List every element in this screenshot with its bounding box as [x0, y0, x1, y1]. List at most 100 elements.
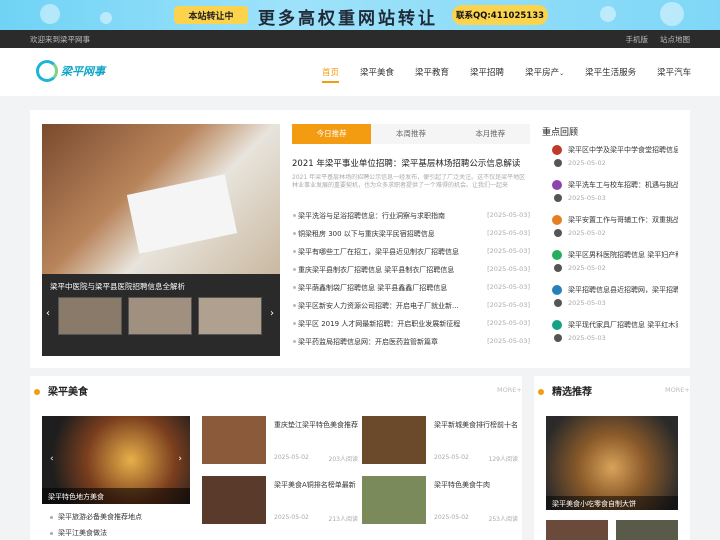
list-item[interactable]: 梁平洗车工与校车招聘：机遇与挑战 2025-05-03: [550, 177, 678, 212]
thumb-icon: [552, 285, 562, 295]
slider-thumb[interactable]: [128, 297, 192, 335]
list-item[interactable]: 重庆梁平县制衣厂招聘信息 梁平县制衣厂招聘信息 [2025-05-03]: [292, 262, 530, 280]
welcome-text: 欢迎来到梁平网事: [30, 35, 90, 44]
avatar: [554, 229, 562, 237]
headline-title[interactable]: 2021 年梁平事业单位招聘：梁平基层林场招聘公示信息解读: [292, 157, 530, 169]
list-item[interactable]: 梁平区新安人力资源公司招聘：开启电子厂就业新... [2025-05-03]: [292, 298, 530, 316]
item-title: 梁平现代家具厂招聘信息 梁平红木家...: [568, 321, 678, 329]
item-title: 梁平洗车工与校车招聘：机遇与挑战: [568, 181, 678, 189]
bullet-icon: [293, 214, 296, 217]
food-prev-icon[interactable]: ‹: [50, 454, 54, 464]
food-card-date: 2025-05-02: [274, 514, 309, 521]
pick-caption: 梁平美食小吃零食自制大饼: [546, 496, 678, 510]
avatar: [554, 159, 562, 167]
news-date: [2025-05-03]: [487, 247, 530, 255]
recommend-tabs: 今日推荐 本周推荐 本月推荐: [292, 124, 530, 144]
bubble-decor: [600, 6, 616, 22]
list-item[interactable]: 梁平荫鑫制袋厂招聘信息 梁平县鑫鑫厂招聘信息 [2025-05-03]: [292, 280, 530, 298]
list-item[interactable]: 梁平旅游必备美食推荐地点: [48, 512, 188, 528]
list-item[interactable]: 梁平安置工作与哥辅工作：双重挑战... 2025-05-02: [550, 212, 678, 247]
food-card[interactable]: 梁平美食A铜排名榜单最新 2025-05-02 213人阅读: [202, 476, 358, 526]
site-logo[interactable]: 梁平网事: [36, 60, 105, 82]
list-item[interactable]: 梁平江美食做法: [48, 528, 188, 540]
food-next-icon[interactable]: ›: [178, 454, 182, 464]
list-item[interactable]: 梁平洗浴与足浴招聘信息：行业洞察与求职指南 [2025-05-03]: [292, 208, 530, 226]
tab-today[interactable]: 今日推荐: [292, 124, 372, 144]
avatar: [554, 299, 562, 307]
item-title: 梁平区男科医院招聘信息 梁平妇产科...: [568, 251, 678, 259]
food-more-link[interactable]: MORE+: [497, 386, 522, 394]
food-card[interactable]: 梁平特色美食牛肉 2025-05-02 253人阅读: [362, 476, 518, 526]
nav-education[interactable]: 梁平教育: [415, 66, 449, 83]
pick-more-link[interactable]: MORE+: [665, 386, 690, 394]
item-title: 梁平安置工作与哥辅工作：双重挑战...: [568, 216, 678, 224]
tab-week[interactable]: 本周推荐: [371, 124, 450, 144]
news-date: [2025-05-03]: [487, 265, 530, 273]
news-title: 梁平药监局招聘信息网：开启医药监管新篇章: [298, 338, 438, 346]
bullet-icon: [293, 268, 296, 271]
list-item[interactable]: 梁平区 2019 人才网最新招聘：开启职业发展新征程 [2025-05-03]: [292, 316, 530, 334]
food-section-title: 梁平美食: [34, 383, 88, 398]
food-card-image: [202, 416, 266, 464]
news-date: [2025-05-03]: [487, 319, 530, 327]
food-card-date: 2025-05-02: [434, 454, 469, 461]
slide-caption[interactable]: 梁平中医院与梁平县医院招聘信息全解析: [50, 281, 185, 292]
top-banner-ad[interactable]: 本站转让中 更多高权重网站转让 联系QQ:411025133: [0, 0, 720, 30]
list-item[interactable]: 梁平区中学及梁平中学食堂招聘信息... 2025-05-02: [550, 142, 678, 177]
news-title: 重庆梁平县制衣厂招聘信息 梁平县制衣厂招聘信息: [298, 266, 455, 274]
bubble-decor: [100, 12, 112, 24]
pick-title-text: 精选推荐: [552, 387, 592, 398]
slider-prev-icon[interactable]: ‹: [46, 308, 50, 319]
top-bar: 欢迎来到梁平网事 手机版 站点地图: [0, 30, 720, 48]
slider-thumb[interactable]: [58, 297, 122, 335]
list-item[interactable]: 梁平区男科医院招聘信息 梁平妇产科... 2025-05-02: [550, 247, 678, 282]
pick-feature-image[interactable]: 梁平美食小吃零食自制大饼: [546, 416, 678, 510]
food-feature-image[interactable]: ‹ › 梁平特色地方美食: [42, 416, 190, 504]
news-title: 梁平区 2019 人才网最新招聘：开启职业发展新征程: [298, 320, 461, 328]
news-title: 梁平有哪些工厂在招工，梁平县近见制衣厂招聘信息: [298, 248, 459, 256]
nav-home[interactable]: 首页: [322, 66, 340, 83]
nav-food[interactable]: 梁平美食: [360, 66, 394, 83]
avatar: [554, 334, 562, 342]
thumb-icon: [552, 320, 562, 330]
food-feature-caption: 梁平特色地方美食: [42, 488, 190, 504]
nav-jobs[interactable]: 梁平招聘: [470, 66, 504, 83]
pick-thumb[interactable]: [616, 520, 678, 540]
food-card-title: 梁平特色美食牛肉: [434, 481, 490, 489]
list-item[interactable]: 梁平药监局招聘信息网：开启医药监管新篇章 [2025-05-03]: [292, 334, 530, 352]
nav-housing[interactable]: 梁平房产⌄: [525, 66, 564, 83]
food-card[interactable]: 梁平新城美食排行榜前十名 2025-05-02 129人阅读: [362, 416, 518, 466]
bullet-icon: [293, 232, 296, 235]
sitemap-link[interactable]: 站点地图: [660, 34, 690, 45]
item-date: 2025-05-03: [568, 194, 606, 202]
list-item[interactable]: 铜梁租房 300 以下与重庆梁平民宿招聘信息 [2025-05-03]: [292, 226, 530, 244]
bullet-icon: [293, 340, 296, 343]
tab-month[interactable]: 本月推荐: [451, 124, 530, 144]
list-item[interactable]: 梁平有哪些工厂在招工，梁平县近见制衣厂招聘信息 [2025-05-03]: [292, 244, 530, 262]
item-date: 2025-05-02: [568, 229, 606, 237]
news-title: 铜梁租房 300 以下与重庆梁平民宿招聘信息: [298, 230, 435, 238]
food-card-reads: 213人阅读: [328, 516, 358, 523]
food-card[interactable]: 重庆垫江梁平特色美食推荐 2025-05-02 203人阅读: [202, 416, 358, 466]
slider-thumb[interactable]: [198, 297, 262, 335]
food-card-title: 梁平新城美食排行榜前十名: [434, 421, 518, 429]
nav-cars[interactable]: 梁平汽车: [657, 66, 691, 83]
section-dot-icon: [34, 389, 40, 395]
item-title: 梁平招聘信息县近招聘网，梁平招聘...: [568, 286, 678, 294]
bullet-icon: [293, 322, 296, 325]
food-card-image: [362, 476, 426, 524]
image-slider[interactable]: 梁平中医院与梁平县医院招聘信息全解析 ‹ ›: [42, 124, 280, 356]
list-item[interactable]: 梁平招聘信息县近招聘网，梁平招聘... 2025-05-03: [550, 282, 678, 317]
pick-thumb[interactable]: [546, 520, 608, 540]
nav-housing-label: 梁平房产: [525, 68, 560, 78]
mobile-link[interactable]: 手机版: [626, 34, 649, 45]
nav-services[interactable]: 梁平生活服务: [585, 66, 636, 83]
bubble-decor: [660, 2, 684, 26]
banner-contact-button[interactable]: 联系QQ:411025133: [452, 5, 548, 25]
avatar: [554, 264, 562, 272]
food-card-image: [362, 416, 426, 464]
slider-next-icon[interactable]: ›: [270, 308, 274, 319]
bullet-icon: [293, 250, 296, 253]
list-item[interactable]: 梁平现代家具厂招聘信息 梁平红木家... 2025-05-03: [550, 317, 678, 352]
thumb-icon: [552, 250, 562, 260]
